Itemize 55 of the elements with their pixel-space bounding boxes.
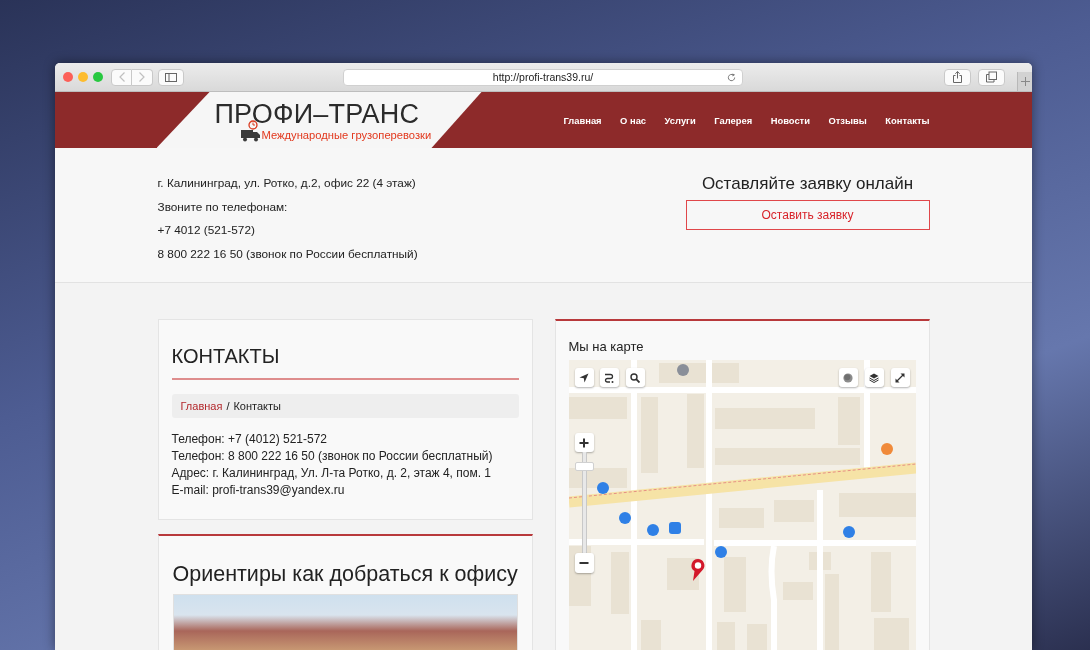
layers-icon [869, 372, 879, 383]
contact-line: Телефон: +7 (4012) 521-572 [171, 430, 329, 448]
building-block [723, 557, 746, 612]
close-icon[interactable] [63, 72, 73, 82]
map-title: Мы на карте [568, 339, 645, 355]
share-icon [952, 71, 963, 83]
contact-line: Телефон: 8 800 222 16 50 (звонок по России бесплатный) [171, 447, 494, 465]
section-title: Ориентиры как добраться к офису [172, 560, 518, 587]
map-marker-icon[interactable] [596, 482, 609, 494]
reload-icon[interactable] [727, 72, 736, 82]
nav-link[interactable]: Услуги [664, 114, 696, 126]
nav-link[interactable]: Контакты [885, 114, 930, 126]
tabs-icon [986, 71, 997, 83]
cta-heading: Оставляйте заявку онлайн [700, 173, 915, 195]
map-pin-icon[interactable] [689, 558, 706, 582]
sidebar-icon [165, 72, 177, 82]
map-marker-icon[interactable] [880, 443, 893, 455]
nav-link[interactable]: Главная [563, 114, 602, 126]
pointer-arrow-icon [579, 372, 589, 383]
info-text: г. Калининград, ул. Ротко, д.2, офис 22 (4 этаж) [157, 175, 417, 192]
new-tab-button[interactable] [1017, 72, 1032, 91]
nav-link[interactable]: Отзывы [828, 114, 867, 126]
contact-line: Адрес: г. Калининград, Ул. Л-та Ротко, д. 2, этаж 4, пом. 1 [171, 464, 493, 482]
map-marker-icon[interactable] [842, 526, 855, 538]
breadcrumb-separator: / [226, 399, 230, 412]
nav-link[interactable]: Новости [770, 114, 810, 126]
logo-tagline: Международные грузоперевозки [261, 128, 432, 142]
contact-line: E-mail: profi-trans39@yandex.ru [171, 481, 346, 499]
info-text: 8 800 222 16 50 (звонок по России бесплатный) [157, 245, 418, 263]
share-button[interactable] [944, 68, 971, 86]
building-block [568, 397, 627, 419]
breadcrumb-link[interactable]: Главная [180, 399, 223, 412]
request-button[interactable]: Оставить заявку [685, 200, 930, 230]
logo-title[interactable]: ПРОФИ–ТРАНС [214, 100, 432, 127]
nav-link[interactable]: О нас [620, 114, 647, 126]
page-title: КОНТАКТЫ [171, 344, 281, 368]
info-text: +7 4012 (521-572) [157, 222, 256, 239]
route-icon [604, 372, 614, 383]
plus-icon [579, 437, 589, 448]
map-marker-icon[interactable] [676, 364, 689, 376]
maximize-icon[interactable] [93, 72, 103, 82]
search-icon [630, 372, 640, 383]
breadcrumb-current: Контакты [233, 399, 281, 412]
map-marker-icon[interactable] [714, 546, 727, 558]
map-marker-icon[interactable] [618, 512, 631, 524]
map-marker-icon[interactable] [646, 524, 659, 536]
expand-icon [895, 372, 905, 383]
zoom-slider-thumb[interactable] [574, 462, 594, 472]
nav-link[interactable]: Галерея [714, 114, 753, 126]
address-field[interactable]: http://profi-trans39.ru/ [343, 68, 743, 86]
tabs-button[interactable] [978, 68, 1005, 86]
disc-icon [843, 372, 853, 383]
sidebar-button[interactable] [158, 68, 184, 86]
plus-icon [1020, 77, 1030, 86]
info-text: Звоните по телефонам: [157, 198, 289, 216]
